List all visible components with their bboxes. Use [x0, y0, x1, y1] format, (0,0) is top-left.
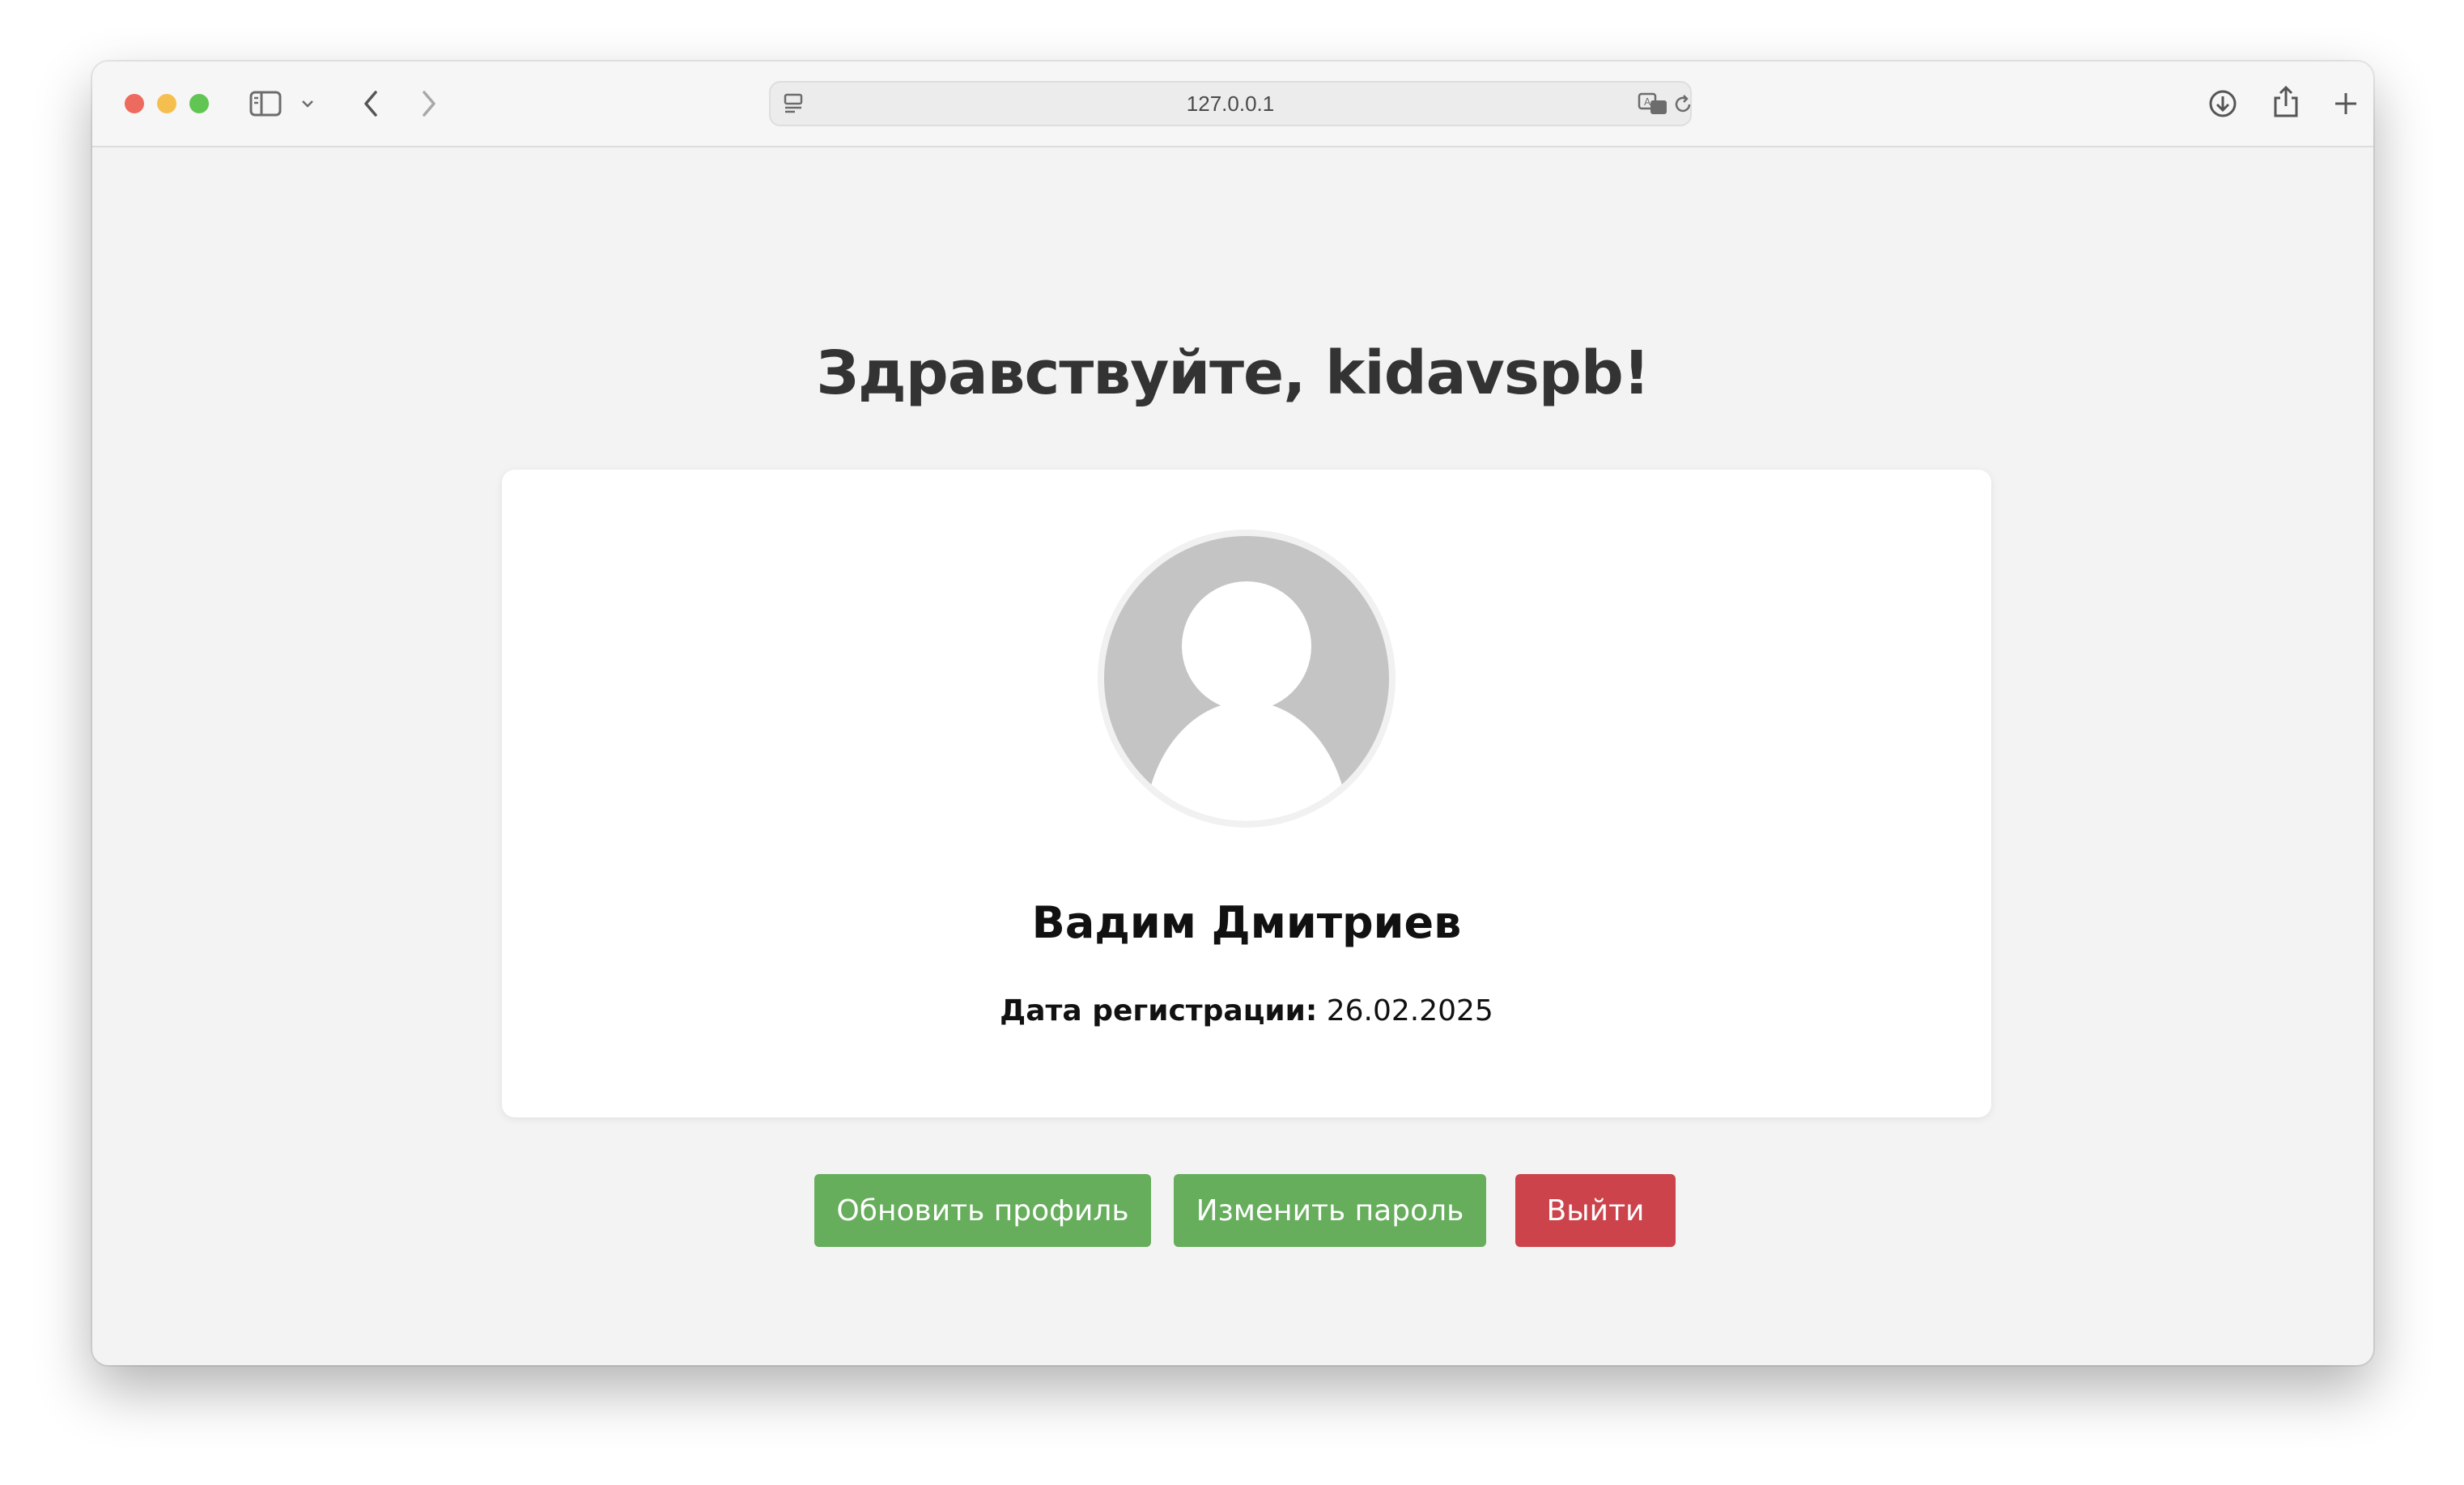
zoom-window-button[interactable] [189, 94, 209, 113]
minimize-window-button[interactable] [157, 94, 176, 113]
back-arrow-icon[interactable] [353, 86, 389, 121]
registration-info: Дата регистрации: 26.02.2025 [502, 994, 1991, 1028]
change-password-button[interactable]: Изменить пароль [1174, 1174, 1486, 1247]
browser-window: 127.0.0.1 A Здравствуйте, kidavspb! Вади… [92, 62, 2373, 1365]
close-window-button[interactable] [125, 94, 144, 113]
url-text: 127.0.0.1 [1186, 91, 1275, 116]
user-avatar-icon [1098, 530, 1396, 828]
page-content: Здравствуйте, kidavspb! Вадим Дмитриев Д… [92, 147, 2373, 1365]
profile-card: Вадим Дмитриев Дата регистрации: 26.02.2… [502, 470, 1991, 1117]
registration-label: Дата регистрации: [1000, 994, 1318, 1028]
avatar [1094, 526, 1399, 831]
greeting-heading: Здравствуйте, kidavspb! [816, 338, 1650, 408]
download-icon[interactable] [2207, 87, 2239, 120]
update-profile-button[interactable]: Обновить профиль [814, 1174, 1151, 1247]
svg-text:A: A [1644, 96, 1651, 108]
user-full-name: Вадим Дмитриев [1031, 897, 1462, 948]
browser-toolbar: 127.0.0.1 A [92, 62, 2373, 147]
registration-date: 26.02.2025 [1326, 994, 1493, 1028]
sidebar-toggle-icon[interactable] [248, 89, 283, 118]
reload-icon[interactable] [1671, 92, 1695, 117]
translate-icon[interactable]: A [1637, 91, 1669, 117]
share-icon[interactable] [2270, 84, 2302, 120]
forward-arrow-icon[interactable] [411, 86, 447, 121]
logout-button[interactable]: Выйти [1515, 1174, 1676, 1247]
address-bar[interactable]: 127.0.0.1 A [769, 81, 1692, 126]
new-tab-icon[interactable] [2330, 87, 2362, 120]
chevron-down-icon[interactable] [300, 96, 316, 112]
